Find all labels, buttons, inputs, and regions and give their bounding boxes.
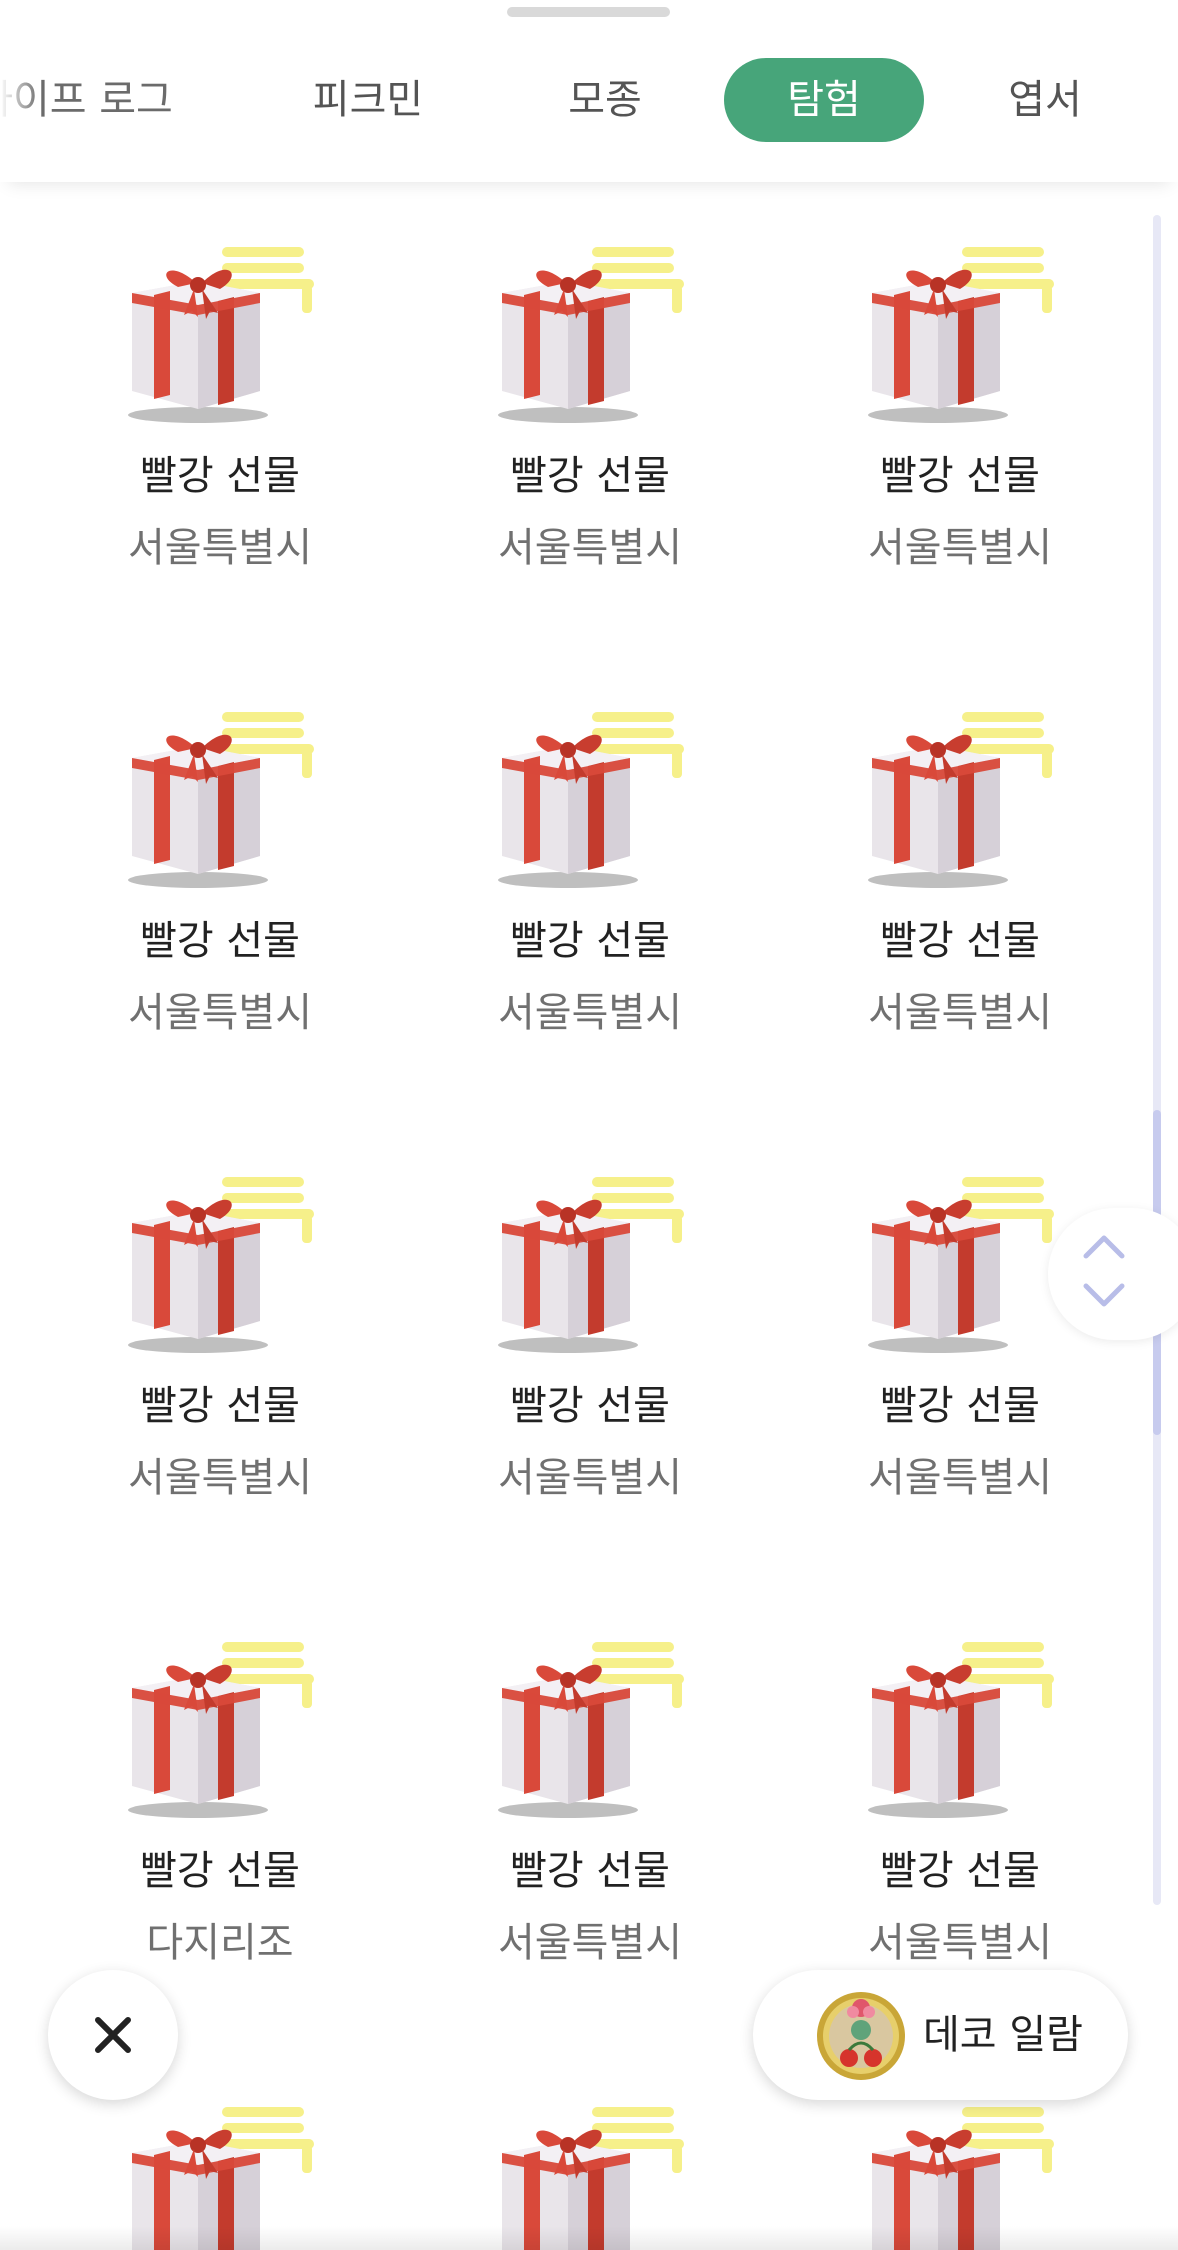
gift-item[interactable]: 빨강 선물서울특별시: [35, 710, 405, 1040]
red-gift-icon: [498, 1177, 684, 1353]
red-gift-icon: [868, 247, 1054, 423]
gift-item[interactable]: 빨강 선물서울특별시: [405, 245, 775, 575]
red-gift-icon: [128, 712, 314, 888]
red-gift-icon: [868, 1177, 1054, 1353]
deco-badge-icon: [817, 1992, 905, 2080]
scroll-handle[interactable]: [1048, 1208, 1178, 1340]
red-gift-icon: [498, 247, 684, 423]
gift-name: 빨강 선물: [510, 918, 670, 964]
gift-name: 빨강 선물: [140, 1383, 300, 1429]
gift-name: 빨강 선물: [510, 453, 670, 499]
gift-name: 빨강 선물: [140, 918, 300, 964]
gift-item[interactable]: 빨강 선물서울특별시: [405, 1640, 775, 1970]
gift-item[interactable]: 빨강 선물서울특별시: [775, 710, 1145, 1040]
tab-explore[interactable]: 탐험: [724, 58, 924, 142]
gift-item[interactable]: 빨강 선물서울특별시: [35, 1175, 405, 1505]
gift-location: 서울특별시: [498, 525, 682, 571]
gift-name: 빨강 선물: [880, 1848, 1040, 1894]
deco-list-label: 데코 일람: [923, 2012, 1083, 2058]
gift-name: 빨강 선물: [140, 1848, 300, 1894]
red-gift-icon: [128, 247, 314, 423]
gift-location: 서울특별시: [498, 990, 682, 1036]
gift-location: 서울특별시: [868, 525, 1052, 571]
gift-item[interactable]: 빨강 선물다지리조: [35, 1640, 405, 1970]
gift-location: 서울특별시: [868, 1920, 1052, 1966]
gift-grid: 빨강 선물 서울특별시 빨강 선물 서울특별시 빨강 선물 서울특별시 빨강 선…: [0, 0, 1178, 2250]
gift-name: 빨강 선물: [880, 453, 1040, 499]
gift-name: 빨강 선물: [140, 453, 300, 499]
tab-fade: [0, 40, 40, 160]
gift-location: 서울특별시: [128, 990, 312, 1036]
red-gift-icon: [868, 1642, 1054, 1818]
gift-location: 서울특별시: [128, 525, 312, 571]
gift-location: 서울특별시: [498, 1920, 682, 1966]
gift-item[interactable]: 빨강 선물서울특별시: [775, 1640, 1145, 1970]
chevron-up-icon: [1083, 1235, 1125, 1307]
gift-location: 서울특별시: [498, 1455, 682, 1501]
red-gift-icon: [498, 1642, 684, 1818]
tab-pikmin[interactable]: 피크민: [288, 58, 448, 142]
red-gift-icon: [498, 712, 684, 888]
gift-location: 서울특별시: [128, 1455, 312, 1501]
gift-item[interactable]: 빨강 선물서울특별시: [775, 245, 1145, 575]
gift-item[interactable]: 빨강 선물서울특별시: [35, 245, 405, 575]
tab-header: 라이프 로그 피크민 모종 탐험 엽서: [0, 0, 1178, 182]
close-button[interactable]: [48, 1970, 178, 2100]
gift-name: 빨강 선물: [880, 1383, 1040, 1429]
close-icon: [95, 2017, 131, 2053]
gift-location: 서울특별시: [868, 1455, 1052, 1501]
gift-name: 빨강 선물: [510, 1383, 670, 1429]
gift-item[interactable]: 빨강 선물서울특별시: [405, 710, 775, 1040]
sheet-grabber[interactable]: [507, 7, 670, 17]
red-gift-icon: [128, 1642, 314, 1818]
gift-name: 빨강 선물: [880, 918, 1040, 964]
bottom-edge-shadow: [0, 2226, 1178, 2250]
gift-location: 서울특별시: [868, 990, 1052, 1036]
red-gift-icon: [128, 1177, 314, 1353]
gift-name: 빨강 선물: [510, 1848, 670, 1894]
gift-item[interactable]: 빨강 선물서울특별시: [405, 1175, 775, 1505]
red-gift-icon: [868, 712, 1054, 888]
gift-location: 다지리조: [146, 1920, 294, 1966]
scrollbar[interactable]: [1153, 215, 1161, 1905]
deco-list-button[interactable]: 데코 일람: [753, 1970, 1128, 2100]
tab-bar: 라이프 로그 피크민 모종 탐험 엽서: [0, 58, 1178, 142]
tab-seedling[interactable]: 모종: [530, 58, 680, 142]
tab-postcard[interactable]: 엽서: [965, 58, 1125, 142]
